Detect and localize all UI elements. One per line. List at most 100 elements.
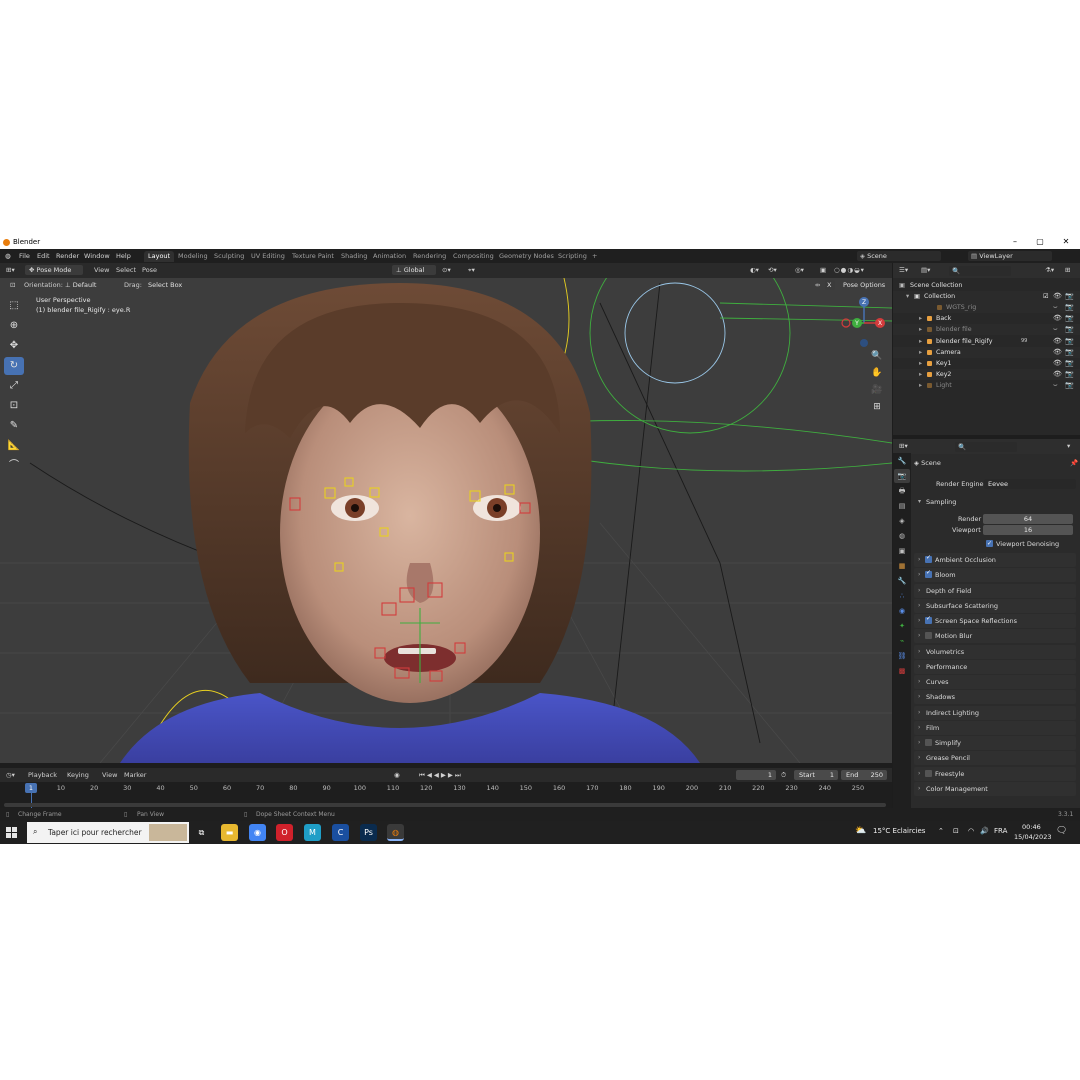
tab-rendering[interactable]: Rendering <box>409 251 450 262</box>
outliner-item[interactable]: ▸ Camera 👁 📷 <box>893 346 1080 358</box>
render-camera-icon[interactable]: 📷 <box>1065 359 1074 367</box>
menu-select[interactable]: Select <box>116 266 136 274</box>
mirror-icon[interactable]: ⇹ <box>815 281 820 289</box>
menu-help[interactable]: Help <box>116 252 131 260</box>
tab-collection-icon[interactable]: ▣ <box>894 544 910 558</box>
visibility-icon[interactable]: ◐▾ <box>750 266 759 274</box>
expand-arrow-icon[interactable]: ▸ <box>919 315 922 322</box>
render-camera-icon[interactable]: 📷 <box>1065 337 1074 345</box>
pin-icon[interactable]: 📌 <box>1070 459 1078 467</box>
add-workspace-button[interactable]: + <box>588 251 601 262</box>
zoom-icon[interactable]: 🔍 <box>868 348 886 364</box>
pivot-point-icon[interactable]: ⊙▾ <box>442 266 451 274</box>
taskbar-app-m-icon[interactable]: M <box>304 824 321 841</box>
outliner-item[interactable]: ▸ Back 👁 📷 <box>893 313 1080 324</box>
taskbar-chrome-icon[interactable]: ◉ <box>249 824 266 841</box>
panel-checkbox[interactable] <box>925 769 932 777</box>
render-camera-icon[interactable]: 📷 <box>1065 314 1074 322</box>
windows-start-icon[interactable] <box>6 827 17 838</box>
3d-viewport[interactable]: ⊞▾ ✥ Pose Mode View Select Pose ⊥ Global… <box>0 263 892 763</box>
tab-geometry-nodes[interactable]: Geometry Nodes <box>495 251 558 262</box>
panel-film[interactable]: › Film <box>914 720 1076 735</box>
visibility-eye-icon[interactable]: 👁 <box>1053 370 1062 378</box>
tab-sculpting[interactable]: Sculpting <box>210 251 248 262</box>
scene-selector[interactable]: ◈ Scene <box>857 251 941 261</box>
transform-tool[interactable]: ⊡ <box>4 397 24 415</box>
panel-sampling[interactable]: ▾ Sampling <box>914 495 1076 509</box>
panel-volumetrics[interactable]: › Volumetrics <box>914 644 1076 659</box>
tab-tool-icon[interactable]: 🔧 <box>894 454 910 468</box>
overlay-toggle-icon[interactable]: ◎▾ <box>795 266 804 274</box>
panel-curves[interactable]: › Curves <box>914 675 1076 689</box>
xray-icon[interactable]: ▣ <box>820 266 826 274</box>
new-collection-icon[interactable]: ⊞ <box>1065 266 1070 274</box>
taskbar-opera-icon[interactable]: O <box>276 824 293 841</box>
outliner-item[interactable]: ▸ Light ⌣ 📷 <box>893 380 1080 391</box>
cursor-tool[interactable]: ⊕ <box>4 317 24 335</box>
weather-text[interactable]: 15°C Eclaircies <box>873 827 925 835</box>
outliner-item[interactable]: WGTS_rig ⌣ 📷 <box>893 302 1080 313</box>
panel-freestyle[interactable]: › Freestyle <box>914 766 1076 781</box>
panel-checkbox[interactable] <box>925 615 932 624</box>
panel-depth-of-field[interactable]: › Depth of Field <box>914 583 1076 598</box>
tab-bone-icon[interactable]: ⌁ <box>894 634 910 648</box>
record-button[interactable]: ◉ <box>394 771 400 779</box>
panel-shadows[interactable]: › Shadows <box>914 690 1076 705</box>
properties-search-input[interactable]: 🔍 <box>955 442 1017 452</box>
tab-object-data-icon[interactable]: ✦ <box>894 619 910 633</box>
timeline-ruler[interactable]: 1 10 20 30 40 50 60 70 80 90 100 110 120 130 140 150 160… <box>0 782 892 808</box>
tab-texture-paint[interactable]: Texture Paint <box>288 251 338 262</box>
tab-uv-editing[interactable]: UV Editing <box>247 251 289 262</box>
tab-texture-icon[interactable]: ▩ <box>894 664 910 678</box>
render-camera-icon[interactable]: 📷 <box>1065 370 1074 378</box>
clock-time[interactable]: 00:46 <box>1022 823 1041 831</box>
tab-modifier-icon[interactable]: 🔧 <box>894 574 910 588</box>
panel-grease-pencil[interactable]: › Grease Pencil <box>914 751 1076 766</box>
drag-dropdown[interactable]: Select Box <box>144 280 186 290</box>
tray-chevron-icon[interactable]: ⌃ <box>938 827 944 835</box>
current-frame-field[interactable]: 1 <box>736 770 776 780</box>
clock-date[interactable]: 15/04/2023 <box>1014 833 1051 841</box>
notifications-icon[interactable]: 🗨 <box>1056 826 1067 836</box>
shading-mode-icons[interactable]: ○●◑◒▾ <box>834 266 865 274</box>
end-frame-field[interactable]: End 250 <box>841 770 887 780</box>
maximize-button[interactable]: ▢ <box>1027 236 1053 249</box>
close-button[interactable]: ✕ <box>1053 236 1079 249</box>
timeline-playback-menu[interactable]: Playback <box>28 771 57 779</box>
panel-simplify[interactable]: › Simplify <box>914 736 1076 750</box>
outliner-collection[interactable]: ▾ ▣ Collection ☑ 👁 📷 <box>893 291 1080 302</box>
mirror-x-toggle[interactable]: X <box>825 280 835 290</box>
panel-checkbox[interactable] <box>925 632 932 640</box>
tab-physics-icon[interactable]: ◉ <box>894 604 910 618</box>
taskbar-blender-icon[interactable]: ◍ <box>387 824 404 841</box>
tab-scripting[interactable]: Scripting <box>554 251 591 262</box>
properties-options-icon[interactable]: ▾ <box>1067 442 1070 450</box>
panel-motion-blur[interactable]: › Motion Blur <box>914 629 1076 644</box>
rotate-tool[interactable]: ↻ <box>4 357 24 375</box>
transform-orientation-dropdown[interactable]: ⊥ Global <box>392 265 436 275</box>
render-camera-icon[interactable]: 📷 <box>1065 348 1074 356</box>
visibility-eye-icon[interactable]: ⌣ <box>1053 381 1058 390</box>
menu-edit[interactable]: Edit <box>37 252 50 260</box>
outliner-editor-type-icon[interactable]: ☰▾ <box>899 266 908 274</box>
camera-view-icon[interactable]: 🎥 <box>868 382 886 398</box>
mode-selector[interactable]: ✥ Pose Mode <box>25 265 83 275</box>
snap-icon[interactable]: ⌖▾ <box>468 266 475 275</box>
tab-output-icon[interactable]: 🖶 <box>894 484 910 498</box>
timeline-scrollbar[interactable] <box>4 803 886 807</box>
tab-animation[interactable]: Animation <box>369 251 410 262</box>
measure-tool[interactable]: 📐 <box>4 437 24 455</box>
playhead-frame-indicator[interactable]: 1 <box>25 783 37 793</box>
tab-bone-constraint-icon[interactable]: ⛓ <box>894 649 910 663</box>
taskbar-search-box[interactable]: ⌕ Taper ici pour rechercher <box>27 822 189 843</box>
wifi-icon[interactable]: ◠ <box>968 827 974 835</box>
bone-tool[interactable]: ⌒ <box>4 457 24 475</box>
properties-editor-type-icon[interactable]: ⊞▾ <box>899 442 908 450</box>
tab-world-icon[interactable]: ◍ <box>894 529 910 543</box>
tab-compositing[interactable]: Compositing <box>449 251 498 262</box>
render-camera-icon[interactable]: 📷 <box>1065 381 1074 389</box>
language-indicator[interactable]: FRA <box>994 827 1007 835</box>
scale-tool[interactable]: ⤢ <box>4 377 24 395</box>
tab-particles-icon[interactable]: ∴ <box>894 589 910 603</box>
panel-color-management[interactable]: › Color Management <box>914 781 1076 796</box>
